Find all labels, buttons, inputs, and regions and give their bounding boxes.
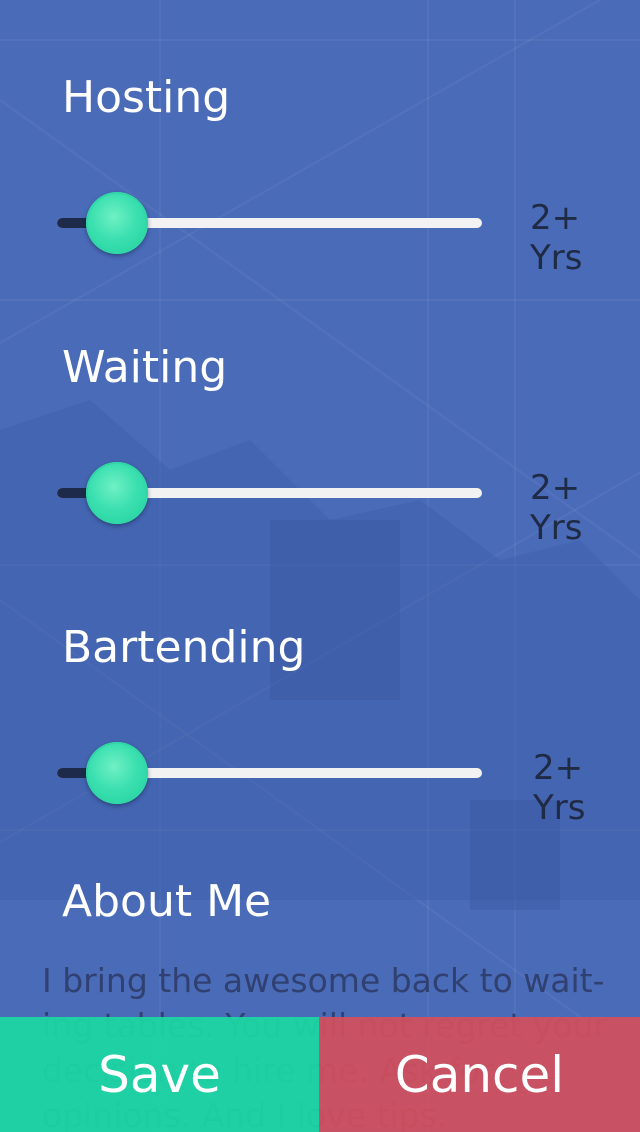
bartending-value-label: 2+ Yrs: [533, 748, 586, 828]
experience-editor-screen: Hosting 2+ Yrs Waiting 2+ Yrs Bartending…: [0, 0, 640, 1132]
cancel-button-label: Cancel: [394, 1045, 565, 1104]
waiting-value-label: 2+ Yrs: [530, 468, 583, 548]
about-me-title: About Me: [62, 876, 272, 927]
slider-thumb[interactable]: [86, 462, 148, 524]
save-button-label: Save: [98, 1045, 221, 1104]
bartending-slider[interactable]: [57, 738, 482, 808]
hosting-slider[interactable]: [57, 188, 482, 258]
hosting-title: Hosting: [62, 72, 231, 123]
action-bar: Save Cancel: [0, 1017, 640, 1132]
slider-thumb[interactable]: [86, 192, 148, 254]
bartending-title: Bartending: [62, 622, 306, 673]
cancel-button[interactable]: Cancel: [319, 1017, 640, 1132]
waiting-title: Waiting: [62, 342, 228, 393]
waiting-slider[interactable]: [57, 458, 482, 528]
hosting-value-label: 2+ Yrs: [530, 198, 583, 278]
slider-thumb[interactable]: [86, 742, 148, 804]
save-button[interactable]: Save: [0, 1017, 319, 1132]
